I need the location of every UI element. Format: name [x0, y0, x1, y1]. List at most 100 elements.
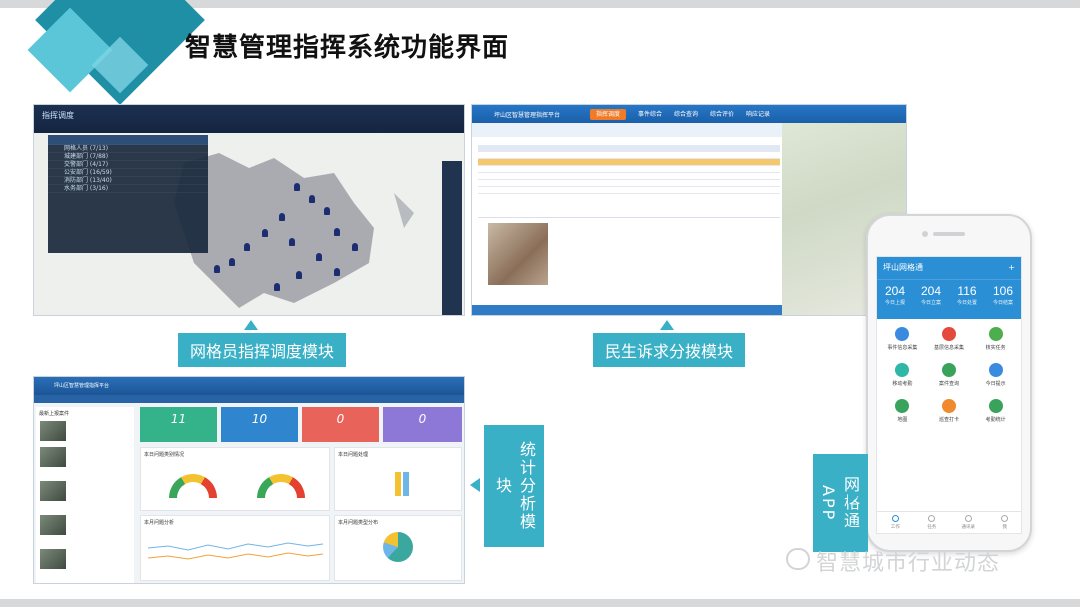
stat-filed: 204 今日立案	[913, 280, 949, 319]
arrow-up-icon	[244, 320, 258, 330]
map-pin[interactable]	[274, 283, 280, 291]
tab-dispatch[interactable]: 指挥调度	[590, 109, 627, 120]
query-icon	[941, 363, 956, 377]
feature-daily-tip[interactable]: 今日提示	[972, 363, 1019, 387]
kpi-value: 0	[418, 412, 427, 426]
complaint-app-title: 坪山区智慧管理指挥平台	[494, 112, 561, 119]
map-pin[interactable]	[289, 238, 295, 246]
case-thumbnail[interactable]	[40, 549, 66, 569]
feature-patrol-checkin[interactable]: 巡查打卡	[926, 399, 973, 423]
table-row[interactable]	[478, 152, 780, 159]
bar	[395, 472, 401, 496]
case-thumbnail[interactable]	[40, 447, 66, 467]
phone-mockup: 坪山网格通 + 204 今日上报 204 今日立案 116 今日处置 106 今日结案 …	[866, 214, 1032, 552]
tab-contacts[interactable]: 通讯录	[950, 512, 987, 533]
feature-case-query[interactable]: 案件查询	[926, 363, 973, 387]
map-side-toolbar[interactable]	[442, 161, 462, 315]
add-icon[interactable]: +	[1008, 257, 1015, 279]
slide-title: 智慧管理指挥系统功能界面	[185, 33, 510, 63]
feature-base-collect[interactable]: 基层信息采集	[926, 327, 973, 351]
app-tabbar: 工作 任务 通讯录 我	[877, 511, 1022, 533]
screenshot-statistics: 坪山区智慧管理指挥平台 最新上报案件 11 10 0 0 本日问题类别情况 本日…	[33, 376, 465, 584]
stat-value: 106	[992, 284, 1014, 298]
map-pin[interactable]	[324, 207, 330, 215]
kpi-value: 11	[170, 412, 187, 426]
map-pin[interactable]	[244, 243, 250, 251]
bar	[403, 472, 409, 496]
tab-label: 我	[1002, 525, 1008, 530]
case-thumbnail[interactable]	[40, 421, 66, 441]
app-title: 坪山网格通	[883, 263, 923, 272]
stat-label: 今日结案	[992, 300, 1013, 306]
feature-attendance-stats[interactable]: 考勤统计	[972, 399, 1019, 423]
tree-row[interactable]: 公安部门 (16/59)	[48, 169, 208, 177]
map-pin[interactable]	[316, 253, 322, 261]
complaint-footer	[472, 305, 782, 315]
attendance-icon	[895, 363, 910, 377]
kpi-reported: 11	[140, 407, 217, 442]
table-row[interactable]	[478, 173, 780, 180]
panel-header	[48, 135, 208, 145]
evidence-photo[interactable]	[488, 223, 548, 285]
map-pin[interactable]	[294, 183, 300, 191]
tree-row[interactable]: 城建部门 (7/88)	[48, 153, 208, 161]
kpi-filed: 10	[221, 407, 298, 442]
feature-label: 基层信息采集	[933, 345, 964, 351]
map-pin[interactable]	[262, 229, 268, 237]
tab-work[interactable]: 工作	[877, 512, 914, 533]
card-type-distribution: 本月问题类型分布	[334, 515, 462, 581]
tab-me[interactable]: 我	[987, 512, 1022, 533]
gauge-chart	[257, 474, 305, 498]
feature-mobile-attendance[interactable]: 移动考勤	[879, 363, 926, 387]
map-pin[interactable]	[279, 213, 285, 221]
tab-evaluation[interactable]: 综合评价	[704, 109, 740, 120]
tab-records[interactable]: 响应记录	[740, 109, 776, 120]
kpi-handled: 0	[383, 407, 462, 442]
map-pin[interactable]	[296, 271, 302, 279]
tree-row[interactable]: 消防部门 (13/40)	[48, 177, 208, 185]
tree-row[interactable]: 交警部门 (4/17)	[48, 161, 208, 169]
arrow-right-icon	[848, 490, 858, 504]
map-pin[interactable]	[334, 228, 340, 236]
tree-row[interactable]: 水务部门 (3/16)	[48, 185, 208, 193]
table-row[interactable]	[478, 166, 780, 173]
case-thumbnail[interactable]	[40, 481, 66, 501]
phone-camera	[922, 231, 928, 237]
stats-icon	[988, 399, 1003, 413]
complaint-toolbar[interactable]	[472, 123, 782, 137]
task-tab-icon	[928, 515, 936, 522]
map-pin[interactable]	[334, 268, 340, 276]
feature-map[interactable]: 地图	[879, 399, 926, 423]
arrow-left-icon	[470, 478, 480, 492]
stats-app-title: 坪山区智慧管理指挥平台	[54, 383, 110, 389]
user-icon	[1001, 515, 1009, 522]
map-pin[interactable]	[214, 265, 220, 273]
latest-cases-list: 最新上报案件	[36, 407, 134, 583]
table-row[interactable]	[478, 187, 780, 194]
label-grid-dispatch: 网格员指挥调度模块	[178, 333, 347, 367]
feature-event-collect[interactable]: 事件信息采集	[879, 327, 926, 351]
case-thumbnail[interactable]	[40, 515, 66, 535]
feature-label: 核实任务	[985, 345, 1006, 351]
label-complaint-dispatch: 民生诉求分拨模块	[593, 333, 746, 367]
map-header: 指挥调度	[34, 105, 464, 133]
phone-speaker	[933, 232, 965, 236]
feature-label: 今日提示	[985, 381, 1006, 387]
tab-query[interactable]: 综合查询	[668, 109, 704, 120]
tab-tasks[interactable]: 任务	[914, 512, 951, 533]
feature-verify-task[interactable]: 核实任务	[972, 327, 1019, 351]
work-icon	[891, 515, 899, 522]
stat-value: 204	[884, 284, 906, 298]
watermark-text: 智慧城市行业动态	[816, 551, 1001, 576]
map-icon	[895, 399, 910, 413]
tree-row[interactable]: 网格人员 (7/13)	[48, 145, 208, 153]
map-pin[interactable]	[229, 258, 235, 266]
department-tree-panel: 网格人员 (7/13) 城建部门 (7/88) 交警部门 (4/17) 公安部门…	[48, 135, 208, 253]
tab-events[interactable]: 事件综合	[632, 109, 668, 120]
kpi-value: 0	[336, 412, 345, 426]
latest-cases-title: 最新上报案件	[39, 411, 70, 417]
map-pin[interactable]	[352, 243, 358, 251]
map-pin[interactable]	[309, 195, 315, 203]
table-row-selected[interactable]	[478, 159, 780, 166]
table-row[interactable]	[478, 180, 780, 187]
